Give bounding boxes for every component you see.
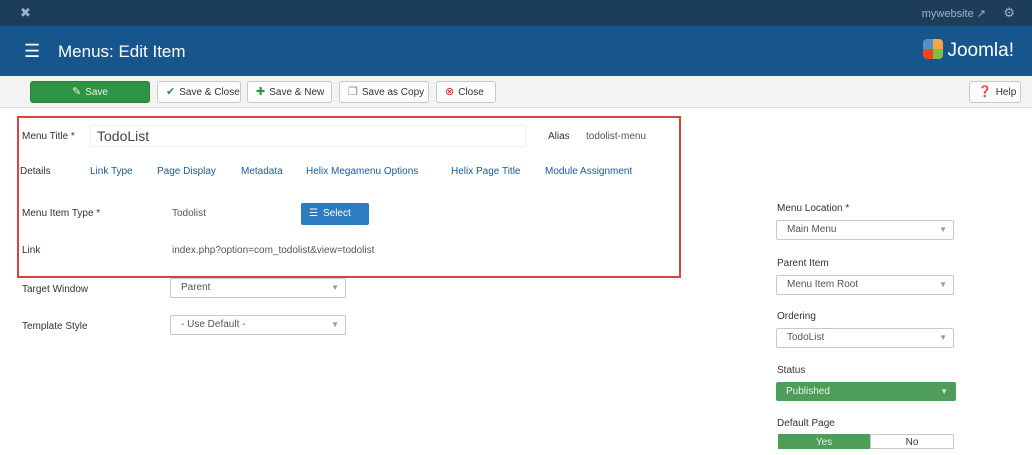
edit-tabs: Details Link Type Page Display Metadata … [20,166,680,182]
menu-location-label: Menu Location * [777,203,850,214]
check-icon: ✔ [166,86,176,98]
status-select[interactable]: Published ▼ [776,382,956,401]
list-icon: ☰ [309,208,318,219]
save-icon: ✎ [71,86,82,98]
joomla-logo-text: Joomla! [947,40,1014,61]
alias-input[interactable]: todolist-menu [586,131,646,142]
help-icon: ❓ [978,86,992,98]
parent-item-label: Parent Item [777,258,829,269]
copy-icon: ❐ [348,86,358,98]
close-button[interactable]: ⊗ Close [436,81,496,103]
template-style-select[interactable]: - Use Default - ▼ [170,315,346,335]
joomla-logo: Joomla! [923,39,1014,62]
menu-list-icon: ☰ [24,41,41,61]
parent-item-select[interactable]: Menu Item Root ▼ [776,275,954,295]
select-button[interactable]: ☰ Select [301,203,369,225]
menu-location-select[interactable]: Main Menu ▼ [776,220,954,240]
gear-icon[interactable]: ⚙ [1003,5,1015,21]
ordering-select[interactable]: TodoList ▼ [776,328,954,348]
chevron-down-icon: ▼ [939,280,947,289]
default-page-yes[interactable]: Yes [778,434,870,449]
template-style-label: Template Style [22,321,88,332]
tab-link-type[interactable]: Link Type [90,166,133,177]
save-copy-button[interactable]: ❐ Save as Copy [339,81,429,103]
menu-item-type-value: Todolist [172,208,206,219]
chevron-down-icon: ▼ [331,320,339,329]
chevron-down-icon: ▼ [331,283,339,292]
save-button[interactable]: ✎ Save [30,81,150,103]
menu-title-label: Menu Title * [22,131,75,142]
menu-title-input[interactable]: TodoList [90,125,526,147]
joomla-icon[interactable]: ✖ [20,5,31,21]
link-value: index.php?option=com_todolist&view=todol… [172,245,375,256]
menu-item-type-label: Menu Item Type * [22,208,101,219]
page-header: ☰ Menus: Edit Item Joomla! [0,26,1032,76]
plus-icon: ✚ [256,86,266,98]
default-page-no[interactable]: No [870,434,954,449]
link-label: Link [22,245,41,256]
ordering-label: Ordering [777,311,816,322]
edit-form: Menu Title * TodoList Alias todolist-men… [0,108,1032,455]
alias-label: Alias [548,131,570,142]
admin-topbar: ✖ mywebsite ↗ ⚙ [0,0,1032,26]
tab-helix-megamenu-options[interactable]: Helix Megamenu Options [306,166,418,177]
toolbar: ✎ Save ✔ Save & Close ✚ Save & New ❐ Save as… [0,76,1032,108]
tab-metadata[interactable]: Metadata [241,166,283,177]
tab-helix-page-title[interactable]: Helix Page Title [451,166,520,177]
status-label: Status [777,365,806,376]
default-page-label: Default Page [777,418,835,429]
close-icon: ⊗ [445,86,455,98]
help-button[interactable]: ❓ Help [969,81,1021,103]
target-window-label: Target Window [22,284,89,295]
tab-details[interactable]: Details [20,166,51,177]
page-title: Menus: Edit Item [58,42,186,61]
chevron-down-icon: ▼ [939,333,947,342]
tab-page-display[interactable]: Page Display [157,166,216,177]
save-close-button[interactable]: ✔ Save & Close [157,81,241,103]
tab-module-assignment[interactable]: Module Assignment [545,166,632,177]
site-link[interactable]: mywebsite ↗ [922,7,986,20]
target-window-select[interactable]: Parent ▼ [170,278,346,298]
chevron-down-icon: ▼ [940,387,948,396]
save-new-button[interactable]: ✚ Save & New [247,81,332,103]
joomla-logo-icon [923,39,944,59]
chevron-down-icon: ▼ [939,225,947,234]
